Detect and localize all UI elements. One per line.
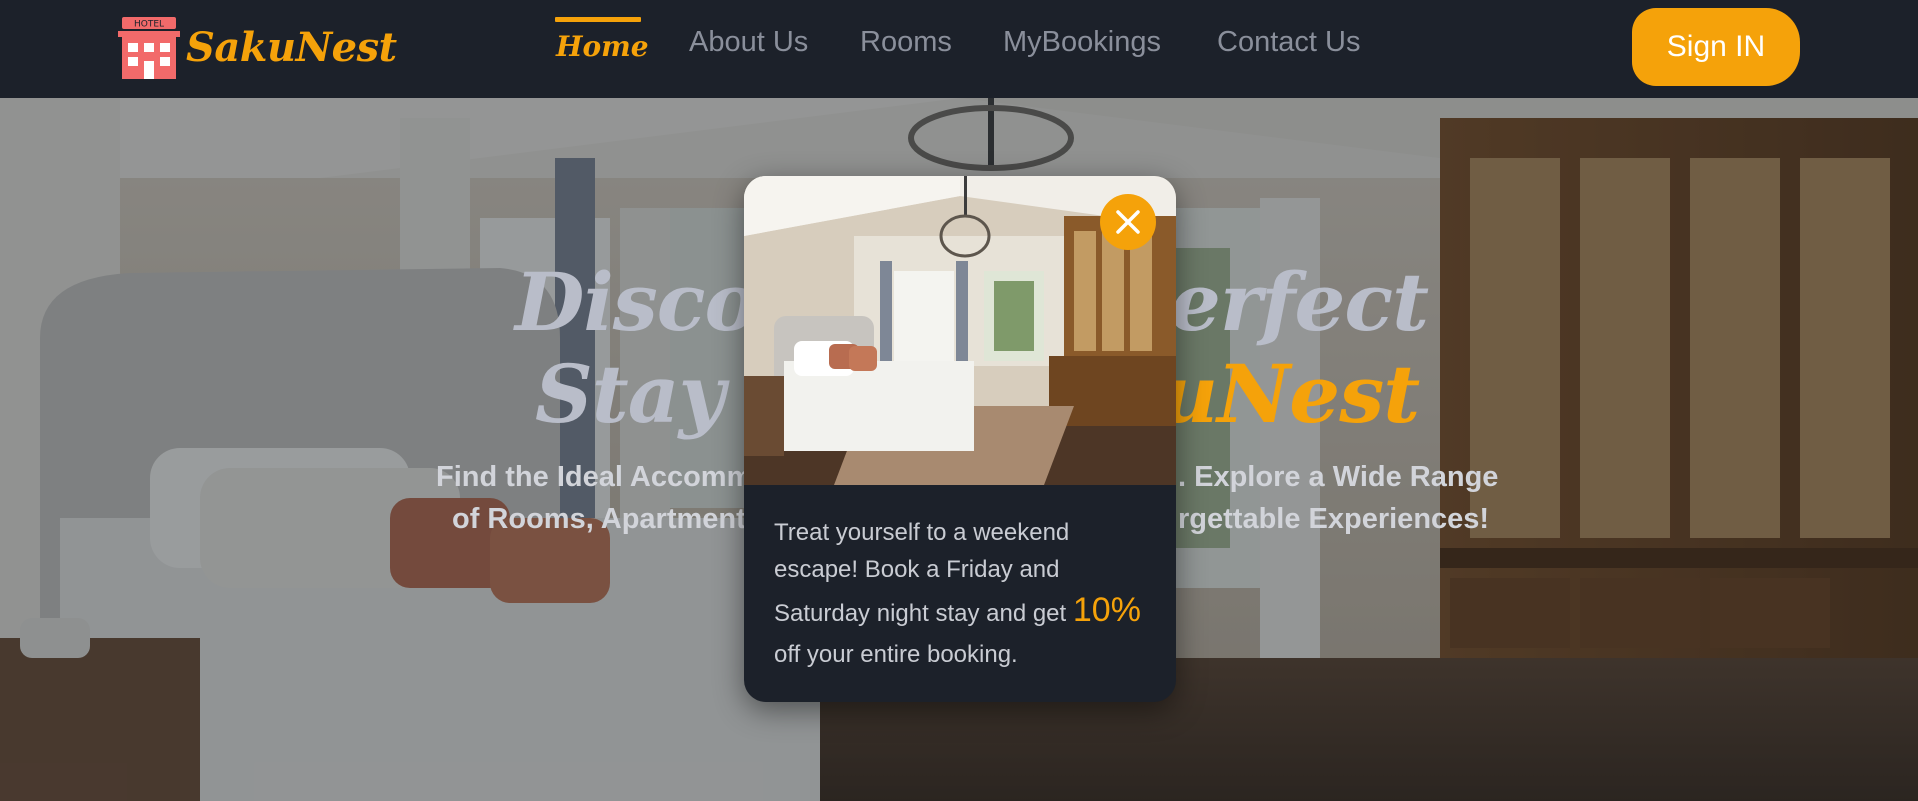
hotel-icon: HOTEL <box>118 15 180 79</box>
hero-title-line1-right: erfect <box>1170 255 1429 349</box>
offer-line-2: escape! Book a Friday and <box>774 556 1060 583</box>
offer-line-3-text: Saturday night stay and get <box>774 600 1073 627</box>
offer-percent: 10% <box>1072 591 1141 629</box>
nav-active-indicator <box>555 17 641 22</box>
hero-subtitle-line1-left: Find the Ideal Accomm <box>436 461 753 493</box>
nav-item-rooms[interactable]: Rooms <box>860 26 952 59</box>
nav-item-about-us[interactable]: About Us <box>689 26 808 59</box>
sign-in-button[interactable]: Sign IN <box>1632 8 1800 86</box>
hero-title-line2-accent: uNest <box>1160 347 1420 441</box>
promo-offer-text: Treat yourself to a weekend escape! Book… <box>774 514 1154 673</box>
offer-line-3: Saturday night stay and get 10% <box>774 588 1154 636</box>
offer-line-1: Treat yourself to a weekend <box>774 519 1070 546</box>
hero-title-line1-left: Disco <box>515 255 758 349</box>
hero-title-line2-left: Stay <box>535 347 725 441</box>
nav-item-contact-us[interactable]: Contact Us <box>1217 26 1360 59</box>
hero-subtitle-line1-right: . Explore a Wide Range <box>1178 461 1499 493</box>
promo-modal: Treat yourself to a weekend escape! Book… <box>744 176 1176 702</box>
hotel-sign-text: HOTEL <box>134 20 164 30</box>
brand-logo[interactable]: HOTEL SakuNest <box>118 14 397 80</box>
offer-line-4: off your entire booking. <box>774 641 1018 668</box>
modal-close-button[interactable] <box>1100 194 1156 250</box>
brand-name: SakuNest <box>186 23 397 71</box>
nav-item-mybookings[interactable]: MyBookings <box>1003 26 1161 59</box>
nav-item-home[interactable]: Home <box>556 30 649 63</box>
hero-subtitle-line2-right: rgettable Experiences! <box>1178 503 1490 535</box>
navbar: HOTEL SakuNest Home About Us Rooms MyBoo… <box>0 0 1918 98</box>
hero-subtitle-line2-left: of Rooms, Apartments <box>452 503 762 535</box>
close-icon <box>1116 210 1140 234</box>
